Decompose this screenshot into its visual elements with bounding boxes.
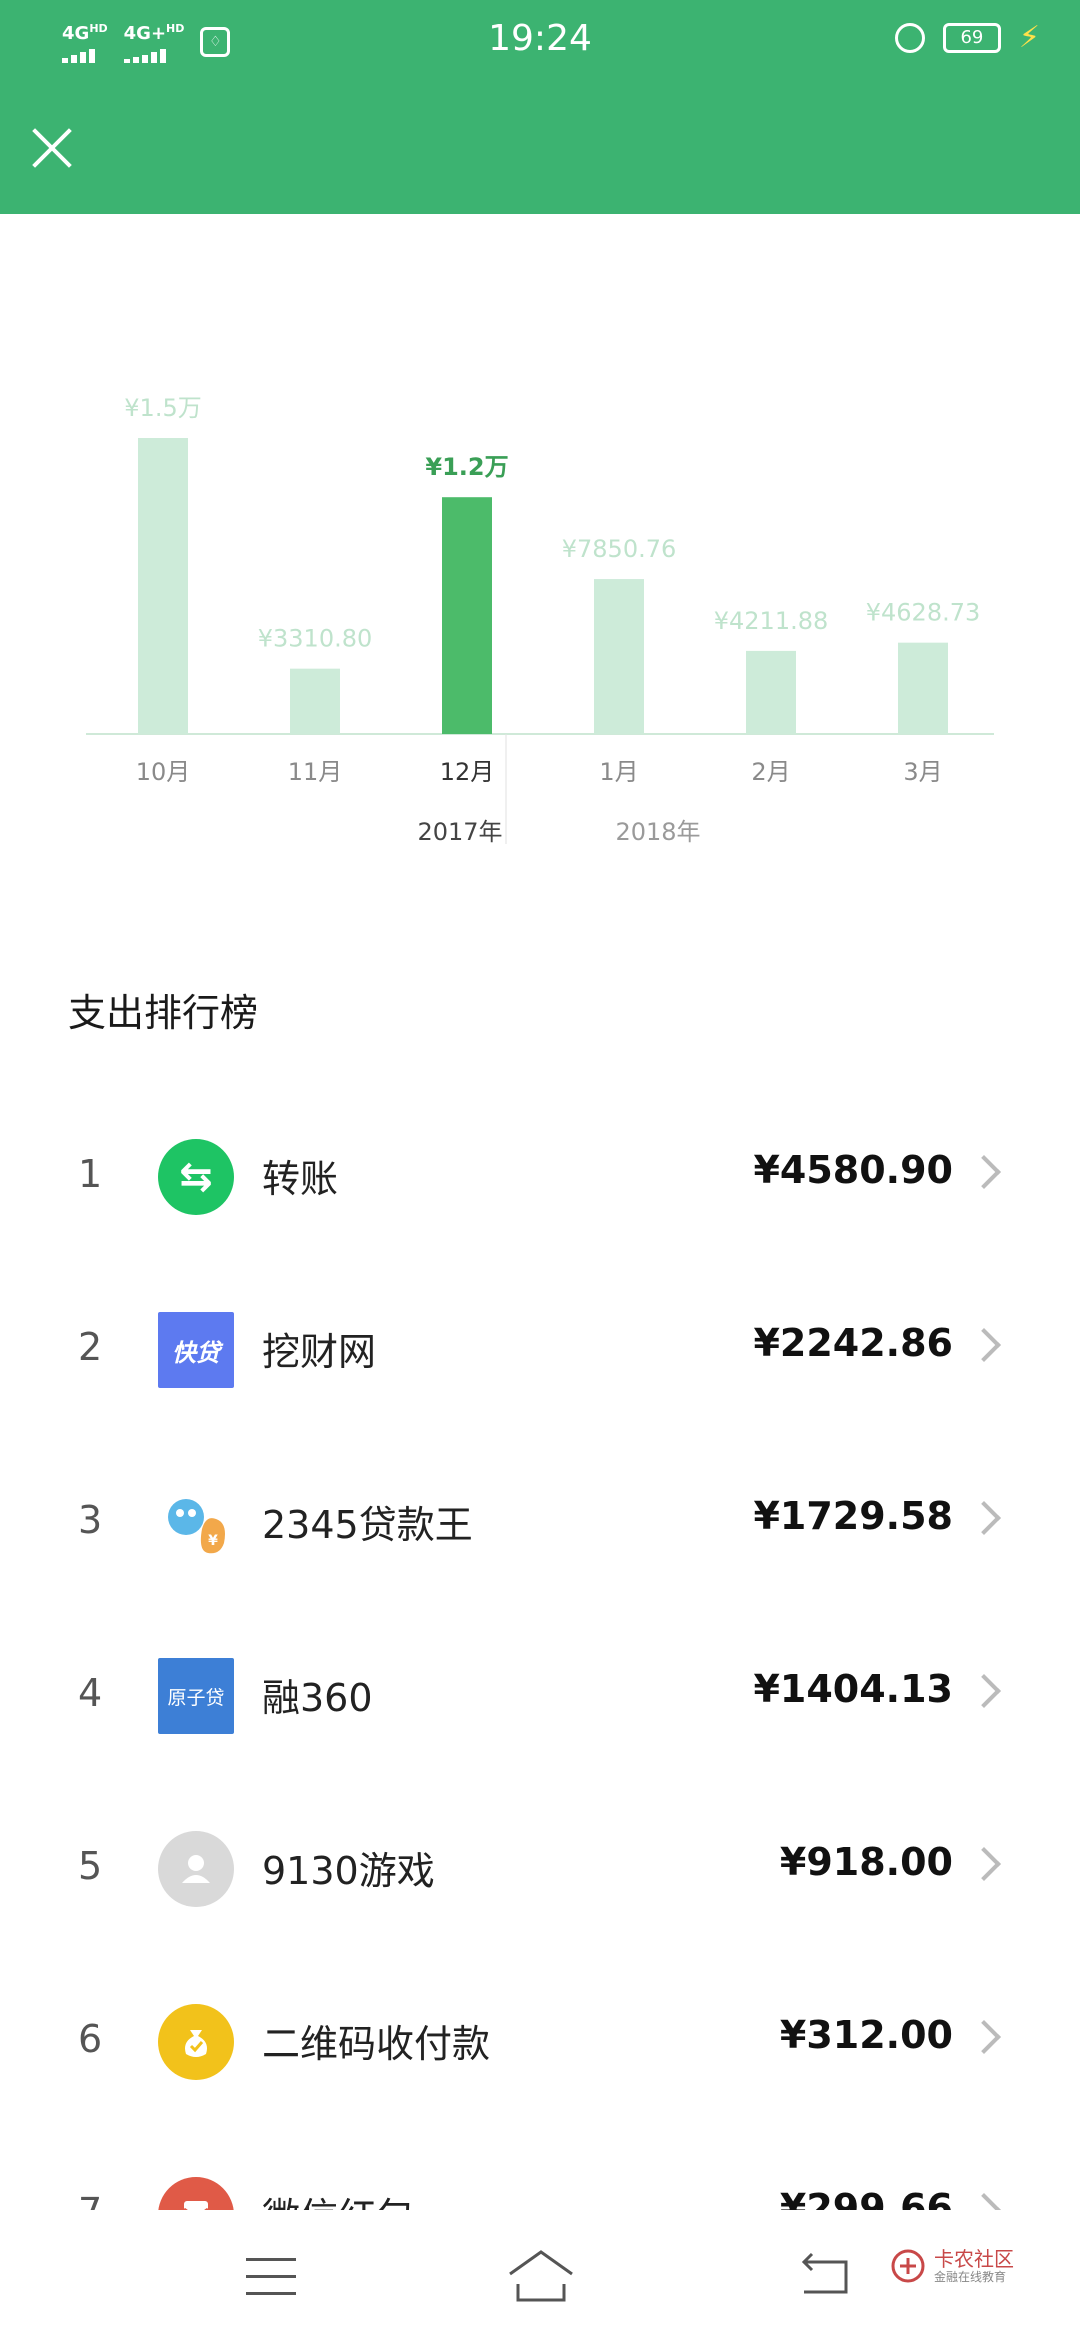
rank-number: 5 <box>78 1844 103 1888</box>
amount: ¥4580.90 <box>753 1148 953 1192</box>
yuanzidai-logo-icon: 原子贷 <box>158 1658 234 1734</box>
rank-number: 3 <box>78 1498 103 1542</box>
x-tick-label: 1月 <box>599 758 638 786</box>
battery-level: 69 <box>960 26 984 48</box>
x-tick-label: 2月 <box>751 758 790 786</box>
rank-number: 1 <box>78 1152 103 1196</box>
x-tick-label: 3月 <box>903 758 942 786</box>
rank-number: 2 <box>78 1325 103 1369</box>
chevron-right-icon <box>967 2020 1001 2054</box>
bar-5 <box>746 650 796 734</box>
ranking-row[interactable]: 1 ⇆ 转账 ¥4580.90 <box>0 1090 1080 1263</box>
bar-value-label: ¥7850.76 <box>562 535 677 563</box>
amount: ¥918.00 <box>779 1840 953 1884</box>
x-tick-label: 12月 <box>440 758 495 786</box>
bar-value-label: ¥4211.88 <box>714 607 829 635</box>
monthly-spending-chart: ¥1.5万 10月 ¥3310.80 11月 ¥1.2万 12月 ¥7850.76 1月 ¥42… <box>0 214 1080 914</box>
bar-value-label: ¥1.5万 <box>124 394 201 422</box>
svg-text:¥: ¥ <box>208 1533 218 1549</box>
bar-chart: ¥1.5万 10月 ¥3310.80 11月 ¥1.2万 12月 ¥7850.76 1月 ¥42… <box>86 394 994 846</box>
payee-name: 9130游戏 <box>262 1849 435 1893</box>
back-icon[interactable] <box>796 2248 856 2298</box>
payee-name: 转账 <box>262 1157 339 1201</box>
transfer-icon: ⇆ <box>158 1139 234 1215</box>
bar-4 <box>594 579 644 734</box>
chevron-right-icon <box>967 1674 1001 1708</box>
kuaidai-logo-icon: 快贷 <box>158 1312 234 1388</box>
system-nav-bar: 卡农社区 金融在线教育 <box>0 2210 1080 2340</box>
watermark: 卡农社区 金融在线教育 <box>890 2248 1014 2284</box>
year-label-2018: 2018年 <box>615 818 700 846</box>
year-label-2017: 2017年 <box>417 818 502 846</box>
watermark-subtitle: 金融在线教育 <box>934 2270 1007 2284</box>
icon-glyph: ¥ <box>158 1485 234 1561</box>
payee-name: 挖财网 <box>262 1330 377 1374</box>
ranking-row[interactable]: 6 二维码收付款 ¥312.00 <box>0 1955 1080 2128</box>
menu-icon[interactable] <box>246 2258 296 2309</box>
bar-value-label: ¥3310.80 <box>258 625 373 653</box>
bar-3 <box>442 497 492 734</box>
alarm-icon <box>894 22 925 53</box>
ranking-row[interactable]: 4 原子贷 融360 ¥1404.13 <box>0 1609 1080 1782</box>
amount: ¥1404.13 <box>753 1667 953 1711</box>
status-bar: 4GHD 4G+HD ♢ 19:24 69 ⚡ <box>0 0 1080 84</box>
ranking-list: 1 ⇆ 转账 ¥4580.90 2 快贷 挖财网 ¥2242.86 3 ¥2345贷款王 ¥1729… <box>0 1090 1080 2301</box>
octopus-moneybag-icon: ¥ <box>158 1485 234 1561</box>
icon-glyph: ⇆ <box>179 1154 213 1200</box>
title-bar <box>0 84 1080 214</box>
rank-number: 4 <box>78 1671 103 1715</box>
bar-2 <box>290 668 340 734</box>
close-icon[interactable] <box>26 120 82 176</box>
kanong-logo-icon <box>891 2249 925 2283</box>
watermark-title: 卡农社区 <box>934 2247 1014 2271</box>
amount: ¥2242.86 <box>753 1321 953 1365</box>
x-tick-label: 11月 <box>288 758 343 786</box>
rank-number: 6 <box>78 2017 103 2061</box>
ranking-row[interactable]: 2 快贷 挖财网 ¥2242.86 <box>0 1263 1080 1436</box>
default-avatar-icon <box>158 1831 234 1907</box>
bar-value-label: ¥1.2万 <box>425 453 508 481</box>
bar-6 <box>898 642 948 734</box>
payee-name: 融360 <box>262 1676 373 1720</box>
icon-glyph <box>158 2004 234 2080</box>
battery-icon: 69 <box>942 22 1001 53</box>
amount: ¥1729.58 <box>753 1494 953 1538</box>
payee-name: 2345贷款王 <box>262 1503 473 1547</box>
x-tick-label: 10月 <box>136 758 191 786</box>
section-title: 支出排行榜 <box>68 991 259 1035</box>
chevron-right-icon <box>967 1501 1001 1535</box>
amount: ¥312.00 <box>779 2013 953 2057</box>
icon-glyph <box>158 1831 234 1907</box>
icon-glyph: 快贷 <box>172 1338 220 1367</box>
payee-name: 二维码收付款 <box>262 2022 491 2066</box>
chevron-right-icon <box>967 1155 1001 1189</box>
chevron-right-icon <box>967 1328 1001 1362</box>
ranking-row[interactable]: 5 9130游戏 ¥918.00 <box>0 1782 1080 1955</box>
charging-icon: ⚡ <box>1018 20 1040 55</box>
money-bag-icon <box>158 2004 234 2080</box>
ranking-row[interactable]: 3 ¥2345贷款王 ¥1729.58 <box>0 1436 1080 1609</box>
bar-value-label: ¥4628.73 <box>866 599 981 627</box>
chevron-right-icon <box>967 1847 1001 1881</box>
icon-glyph: 原子贷 <box>167 1686 225 1709</box>
bar-1 <box>138 438 188 734</box>
home-icon[interactable] <box>506 2244 576 2304</box>
